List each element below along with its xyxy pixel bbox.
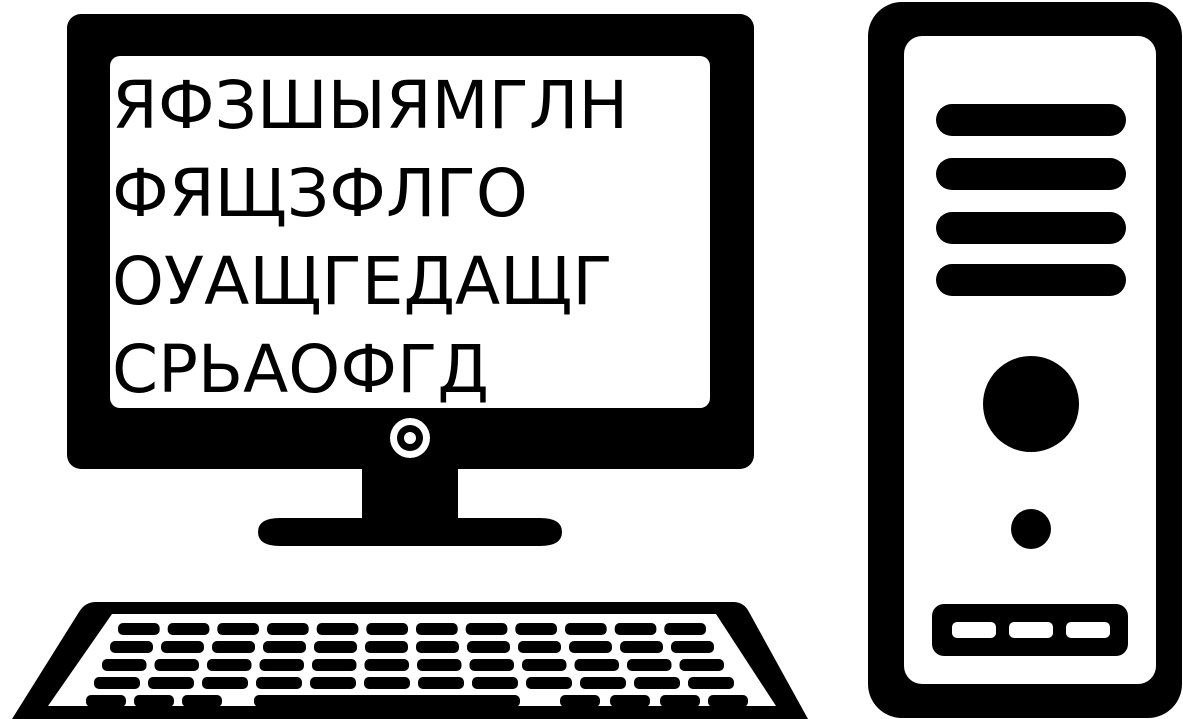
usb-port	[952, 622, 996, 638]
keyboard-key	[417, 659, 462, 671]
keyboard-key	[610, 695, 650, 707]
screen-text-line-1: ЯФЗШЫЯМГЛН	[112, 67, 629, 144]
keyboard-key	[86, 695, 126, 707]
keyboard-key	[314, 641, 357, 653]
monitor-power-button-icon	[390, 418, 430, 458]
screen-text: ЯФЗШЫЯМГЛН ФЯЩЗФЛГО ОУАЩГЕДАЩГ СРЬАОФГД	[112, 62, 712, 414]
monitor-stand-neck	[362, 466, 458, 522]
screen-text-line-3: ОУАЩГЕДАЩГ	[112, 243, 613, 320]
keyboard-key	[515, 623, 557, 635]
keyboard-key	[614, 623, 657, 635]
screen-text-line-4: СРЬАОФГД	[112, 331, 489, 408]
keyboard-key	[161, 641, 204, 653]
keyboard-key	[688, 677, 734, 689]
keyboard-key	[312, 659, 357, 671]
tower-reset-button-icon	[1011, 509, 1051, 549]
keyboard-key	[416, 623, 458, 635]
keyboard-key	[365, 641, 408, 653]
keyboard-key	[518, 641, 561, 653]
keyboard-key	[660, 695, 700, 707]
keyboard-key	[217, 623, 259, 635]
keyboard-key	[671, 641, 714, 653]
keyboard-key	[418, 677, 464, 689]
usb-port	[1066, 622, 1110, 638]
drive-bay	[936, 212, 1126, 244]
keyboard-key	[182, 695, 222, 707]
keyboard-key	[526, 677, 572, 689]
keyboard-key	[207, 659, 252, 671]
keyboard-key	[620, 641, 663, 653]
keyboard-key	[569, 641, 612, 653]
keyboard-key	[366, 623, 408, 635]
drive-bay	[936, 264, 1126, 296]
keyboard-key	[110, 641, 153, 653]
keyboard-key	[364, 659, 409, 671]
drive-bay	[936, 158, 1126, 190]
keyboard-key	[267, 623, 309, 635]
keyboard-key	[560, 695, 600, 707]
keyboard-key	[134, 695, 174, 707]
screen-text-line-2: ФЯЩЗФЛГО	[112, 155, 528, 232]
keyboard-key	[148, 677, 194, 689]
keyboard-key	[634, 677, 680, 689]
keyboard-key	[627, 659, 672, 671]
keyboard-key	[472, 677, 518, 689]
keyboard-key	[416, 641, 459, 653]
keyboard-key	[256, 677, 302, 689]
keyboard-key	[574, 659, 619, 671]
drive-bay	[936, 104, 1126, 136]
keyboard-key	[94, 677, 140, 689]
keyboard-key	[469, 659, 514, 671]
keyboard-key	[465, 623, 508, 635]
keyboard-key	[565, 623, 607, 635]
keyboard-key	[364, 677, 410, 689]
keyboard-key	[310, 677, 356, 689]
keyboard-key	[202, 677, 248, 689]
keyboard-key	[259, 659, 304, 671]
keyboard-key	[467, 641, 510, 653]
keyboard-key	[580, 677, 626, 689]
computer-tower-icon	[868, 2, 1182, 718]
keyboard-key	[664, 623, 706, 635]
keyboard-key	[167, 623, 210, 635]
keyboard-key	[708, 695, 748, 707]
usb-port	[1009, 622, 1053, 638]
keyboard-key	[263, 641, 306, 653]
keyboard-key	[522, 659, 567, 671]
monitor-stand-base	[258, 518, 562, 546]
keyboard-key	[212, 641, 255, 653]
keyboard-key	[316, 623, 359, 635]
keyboard-spacebar	[254, 695, 520, 707]
tower-power-button-icon	[983, 356, 1079, 452]
keyboard-key	[118, 623, 160, 635]
keyboard-icon	[12, 602, 808, 719]
keyboard-key	[102, 659, 147, 671]
keyboard-key	[154, 659, 199, 671]
keyboard-key	[679, 659, 724, 671]
